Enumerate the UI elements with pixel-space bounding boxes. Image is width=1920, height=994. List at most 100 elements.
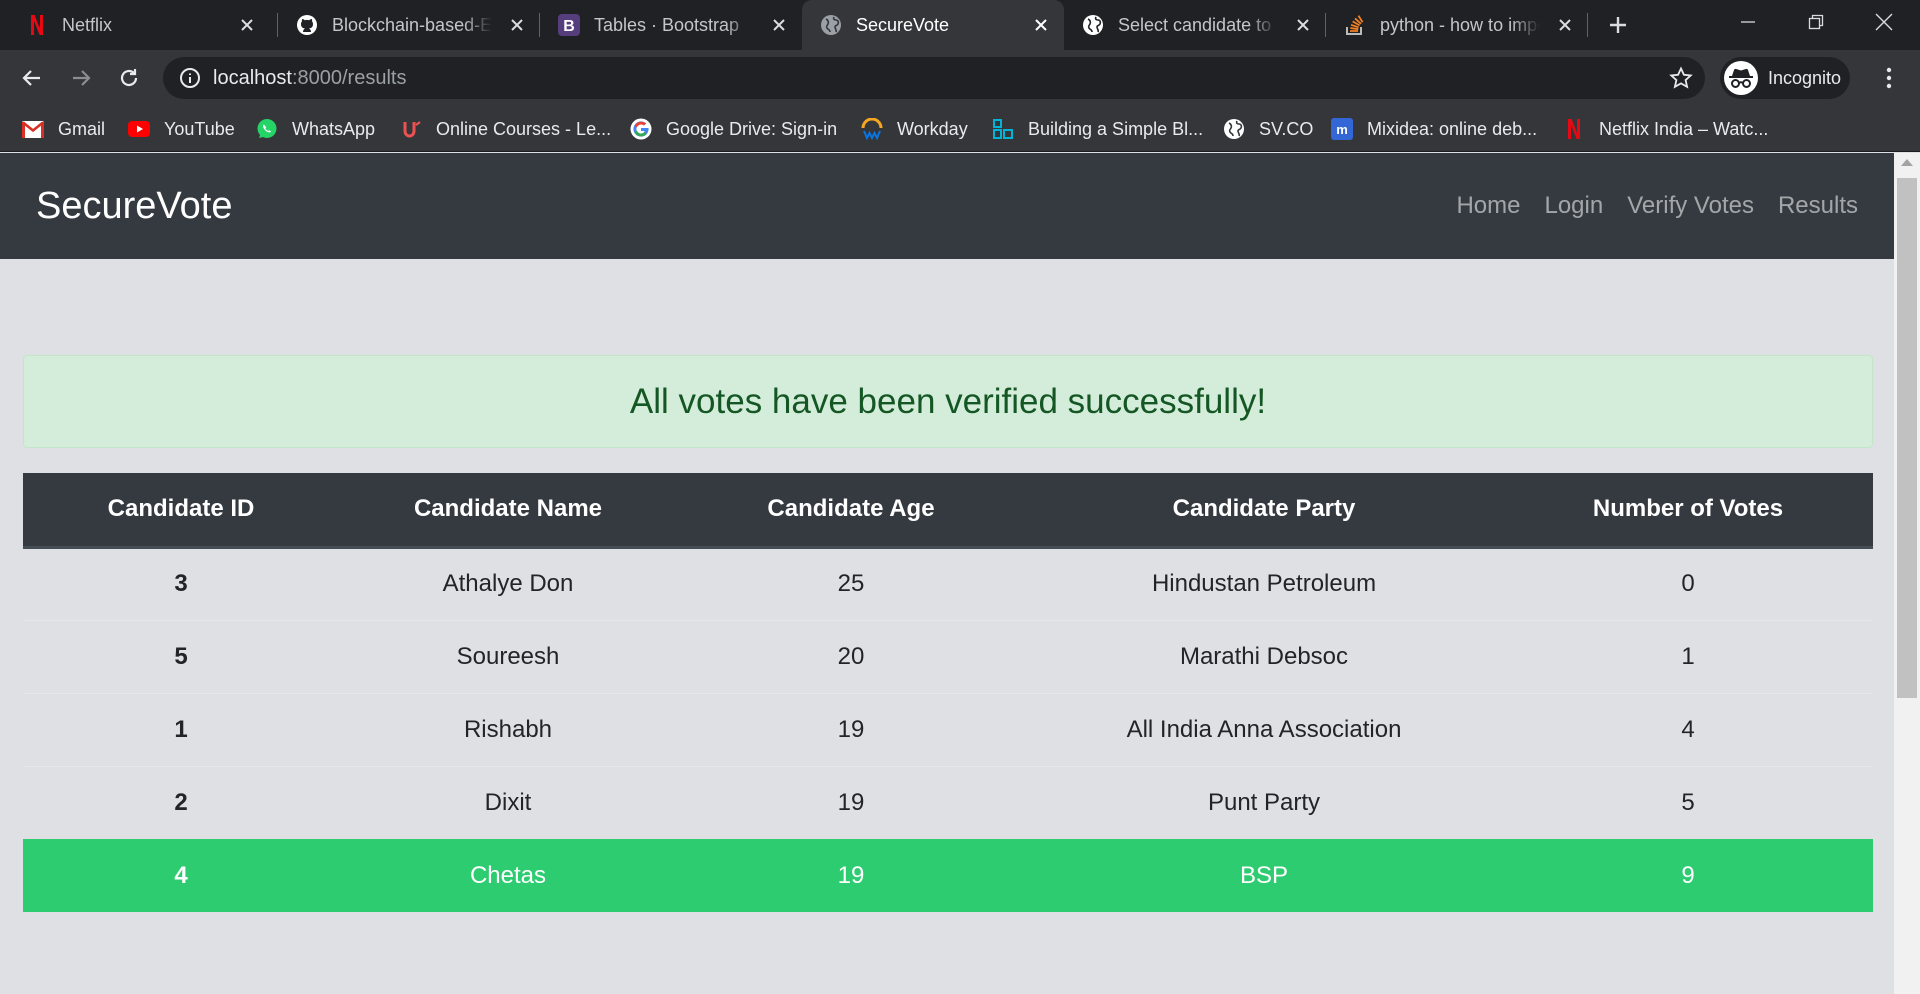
- bookmark-online-courses[interactable]: Online Courses - Le...: [400, 106, 611, 152]
- table-row: 5 Soureesh 20 Marathi Debsoc 1: [23, 619, 1873, 693]
- nav-link-results[interactable]: Results: [1778, 192, 1858, 220]
- site-navbar: SecureVote Home Login Verify Votes Resul…: [0, 153, 1894, 259]
- blocks-icon: [992, 118, 1014, 140]
- cell-candidate-party: Marathi Debsoc: [1025, 619, 1503, 693]
- url-host: localhost: [213, 67, 292, 89]
- url-path: :8000/results: [291, 67, 407, 89]
- incognito-icon: [1724, 61, 1758, 95]
- tab-bootstrap[interactable]: B Tables · Bootstrap: [540, 0, 802, 50]
- bookmark-youtube[interactable]: YouTube: [128, 106, 235, 152]
- bookmark-netflix-india[interactable]: Netflix India – Watc...: [1563, 106, 1768, 152]
- bookmark-workday[interactable]: Workday: [861, 106, 968, 152]
- stackoverflow-icon: [1344, 14, 1366, 36]
- header-number-of-votes: Number of Votes: [1503, 473, 1873, 549]
- forward-button[interactable]: [66, 63, 96, 93]
- close-window-button[interactable]: [1850, 0, 1918, 44]
- cell-number-of-votes: 5: [1503, 765, 1873, 839]
- close-icon[interactable]: [1030, 14, 1052, 36]
- tab-stackoverflow[interactable]: python - how to import module: [1326, 0, 1588, 50]
- header-candidate-party: Candidate Party: [1025, 473, 1503, 549]
- incognito-profile-button[interactable]: Incognito: [1720, 57, 1850, 99]
- bookmark-label: Google Drive: Sign-in: [666, 118, 838, 139]
- bookmark-label: Building a Simple Bl...: [1028, 118, 1204, 139]
- bookmark-label: WhatsApp: [292, 118, 376, 139]
- bookmark-gmail[interactable]: Gmail: [22, 106, 105, 152]
- tab-title: Tables · Bootstrap: [594, 15, 740, 35]
- nav-link-verify-votes[interactable]: Verify Votes: [1627, 192, 1754, 220]
- cell-number-of-votes: 4: [1503, 692, 1873, 766]
- close-icon: [1875, 13, 1893, 31]
- back-button[interactable]: [17, 63, 47, 93]
- bookmark-building-blockchain[interactable]: Building a Simple Bl...: [992, 106, 1203, 152]
- reload-icon: [120, 69, 138, 87]
- workday-icon: [861, 118, 883, 140]
- cell-candidate-name: Athalye Don: [339, 546, 677, 620]
- cell-candidate-party: All India Anna Association: [1025, 692, 1503, 766]
- cell-candidate-age: 19: [677, 839, 1025, 912]
- tab-strip: Netflix Blockchain-based-E-Voting B Tabl…: [0, 0, 1920, 50]
- page-viewport: SecureVote Home Login Verify Votes Resul…: [0, 153, 1894, 994]
- new-tab-button[interactable]: [1603, 10, 1633, 40]
- close-icon[interactable]: [1292, 14, 1314, 36]
- svg-text:m: m: [1336, 122, 1348, 137]
- bookmarks-bar: Gmail YouTube WhatsApp Online Courses - …: [0, 106, 1920, 152]
- tab-securevote[interactable]: SecureVote: [802, 0, 1064, 50]
- close-icon[interactable]: [236, 14, 258, 36]
- close-icon[interactable]: [506, 14, 528, 36]
- tab-title: Blockchain-based-E-Voting: [332, 15, 492, 35]
- bookmark-mixidea[interactable]: m Mixidea: online deb...: [1331, 106, 1537, 152]
- svg-text:B: B: [563, 18, 575, 35]
- gmail-icon: [22, 118, 44, 140]
- cell-number-of-votes: 9: [1503, 839, 1873, 912]
- bookmark-svco[interactable]: SV.CO: [1223, 106, 1313, 152]
- nav-link-home[interactable]: Home: [1456, 192, 1520, 220]
- cell-candidate-party: Hindustan Petroleum: [1025, 546, 1503, 620]
- mixidea-icon: m: [1331, 118, 1353, 140]
- more-vert-icon: [1886, 67, 1892, 89]
- star-icon[interactable]: [1669, 66, 1693, 90]
- cell-candidate-age: 19: [677, 692, 1025, 766]
- github-icon: [296, 14, 318, 36]
- cell-candidate-party: Punt Party: [1025, 765, 1503, 839]
- tab-github[interactable]: Blockchain-based-E-Voting: [278, 0, 540, 50]
- header-candidate-name: Candidate Name: [339, 473, 677, 549]
- netflix-icon: [1563, 118, 1585, 140]
- nav-link-login[interactable]: Login: [1544, 192, 1603, 220]
- scroll-up-arrow-icon[interactable]: [1901, 159, 1913, 166]
- minimize-icon: [1741, 21, 1755, 23]
- site-brand[interactable]: SecureVote: [36, 153, 232, 259]
- table-row: 3 Athalye Don 25 Hindustan Petroleum 0: [23, 546, 1873, 620]
- cell-candidate-name: Soureesh: [339, 619, 677, 693]
- reload-button[interactable]: [114, 63, 144, 93]
- alert-message: All votes have been verified successfull…: [629, 381, 1267, 421]
- cell-number-of-votes: 1: [1503, 619, 1873, 693]
- bookmark-label: Gmail: [58, 118, 106, 139]
- cell-candidate-id: 5: [23, 619, 339, 693]
- udemy-icon: [400, 118, 422, 140]
- address-bar[interactable]: localhost:8000/results: [163, 57, 1705, 99]
- browser-toolbar: localhost:8000/results Incognito: [0, 50, 1920, 106]
- browser-menu-button[interactable]: [1874, 63, 1904, 93]
- success-alert: All votes have been verified successfull…: [23, 355, 1873, 448]
- tab-separator: [1587, 13, 1588, 37]
- header-candidate-id: Candidate ID: [23, 473, 339, 549]
- netflix-icon: [26, 14, 48, 36]
- restore-button[interactable]: [1782, 0, 1850, 44]
- cell-number-of-votes: 0: [1503, 546, 1873, 620]
- bookmark-label: Mixidea: online deb...: [1367, 118, 1538, 139]
- tab-title: SecureVote: [856, 15, 950, 35]
- info-icon[interactable]: [179, 67, 201, 89]
- youtube-icon: [128, 118, 150, 140]
- minimize-button[interactable]: [1714, 0, 1782, 44]
- close-icon[interactable]: [1554, 14, 1576, 36]
- bookmark-google-drive[interactable]: Google Drive: Sign-in: [630, 106, 837, 152]
- page-scrollbar[interactable]: [1894, 153, 1920, 994]
- tab-netflix[interactable]: Netflix: [8, 0, 270, 50]
- close-icon[interactable]: [768, 14, 790, 36]
- profile-label: Incognito: [1768, 67, 1842, 88]
- bookmark-label: Online Courses - Le...: [436, 118, 612, 139]
- tab-select-candidate[interactable]: Select candidate to cast vote: [1064, 0, 1326, 50]
- site-nav-links: Home Login Verify Votes Results: [1432, 153, 1858, 259]
- scrollbar-thumb[interactable]: [1897, 178, 1917, 698]
- bookmark-whatsapp[interactable]: WhatsApp: [256, 106, 375, 152]
